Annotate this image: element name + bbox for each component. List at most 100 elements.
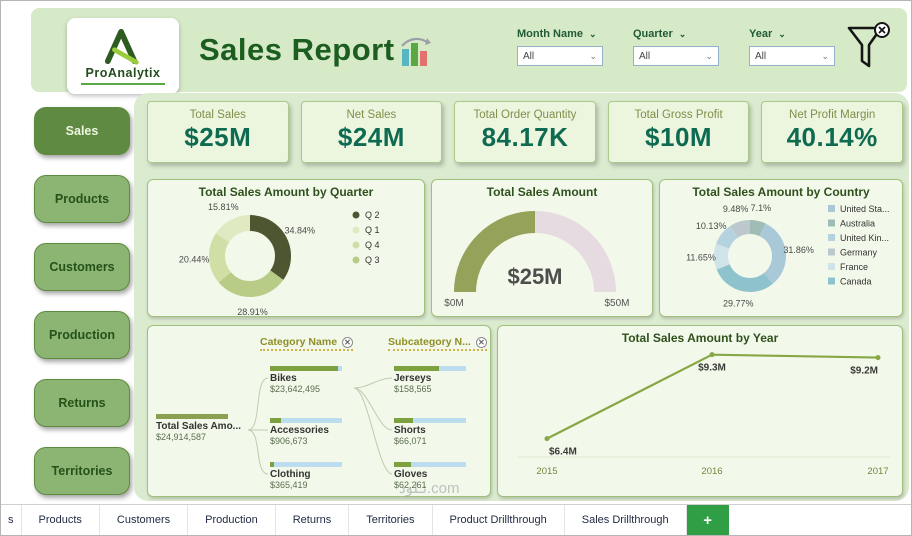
- kpi-value: 84.17K: [481, 122, 569, 152]
- kpi-card-net-sales: Net Sales $24M: [300, 101, 443, 163]
- tree-node-label: Shorts: [394, 425, 426, 436]
- data-point[interactable]: [709, 352, 715, 358]
- page-tab-territories[interactable]: Territories: [349, 505, 433, 535]
- sales-gauge-chart[interactable]: $25M $0M $50M: [432, 180, 654, 318]
- filter-value: All: [523, 50, 535, 62]
- tree-node-value: $365,419: [270, 480, 308, 490]
- x-axis-tick-label: 2017: [867, 466, 888, 477]
- page-tab-customers[interactable]: Customers: [100, 505, 189, 535]
- legend-label: Q 1: [365, 225, 380, 235]
- kpi-label: Net Sales: [346, 109, 397, 121]
- sidebar-item-territories[interactable]: Territories: [34, 447, 130, 495]
- tree-node-bar: [394, 366, 466, 371]
- data-point[interactable]: [544, 436, 550, 442]
- sidebar-item-customers[interactable]: Customers: [34, 243, 130, 291]
- data-point-label: $9.2M: [850, 366, 878, 377]
- tree-node-bar-fill: [394, 462, 412, 467]
- slicer-header[interactable]: Quarter ⌄: [633, 28, 719, 40]
- chevron-down-icon: ⌄: [705, 50, 713, 61]
- legend-swatch: [352, 226, 360, 234]
- legend-swatch: [828, 277, 835, 285]
- slicer-header[interactable]: Year ⌄: [749, 28, 835, 40]
- filter-year: Year ⌄ All ⌄: [749, 28, 835, 66]
- kpi-card-total-order-quantity: Total Order Quantity 84.17K: [454, 101, 596, 163]
- filter-dropdown-month-name[interactable]: All ⌄: [517, 46, 603, 66]
- legend-swatch: [352, 211, 360, 219]
- filter-dropdown-quarter[interactable]: All ⌄: [633, 46, 719, 66]
- gauge-max-label: $50M: [604, 298, 629, 309]
- data-point[interactable]: [875, 355, 881, 361]
- remove-level-icon[interactable]: ✕: [475, 336, 487, 348]
- quarter-donut-chart[interactable]: 34.84% 28.91% 20.44% 15.81% Q 2 Q 1 Q 4 Q 3: [148, 180, 426, 318]
- tree-node-bar: [270, 462, 342, 467]
- tree-node-accessories[interactable]: Accessories $906,673: [270, 418, 364, 446]
- filter-value: All: [639, 50, 651, 62]
- legend-swatch: [352, 256, 360, 264]
- year-line-chart[interactable]: $6.4M $9.3M $9.2M 2015 2016 2017: [498, 326, 904, 498]
- sidebar-item-sales[interactable]: Sales: [34, 107, 130, 155]
- tree-node-bikes[interactable]: Bikes $23,642,495: [270, 366, 364, 394]
- sidebar-item-products[interactable]: Products: [34, 175, 130, 223]
- legend-swatch: [828, 205, 835, 212]
- slice-pct-label: 28.91%: [237, 307, 268, 317]
- chart-quarter-donut-panel: Total Sales Amount by Quarter 34.84% 28.9…: [147, 179, 425, 317]
- watermark: نـلود.com: [399, 480, 460, 497]
- tree-level-category[interactable]: Category Name ✕: [260, 336, 354, 351]
- legend-label: Australia: [840, 219, 875, 229]
- slice-pct-label: 20.44%: [179, 255, 210, 265]
- legend-label: Germany: [840, 248, 878, 258]
- slice-pct-label: 9.48%: [723, 204, 749, 214]
- tree-node-total-sales-amo[interactable]: Total Sales Amo... $24,914,587: [156, 414, 250, 442]
- page-tab-s[interactable]: s: [1, 505, 22, 535]
- clear-filters-funnel-icon[interactable]: [845, 22, 891, 72]
- chart-gauge-panel: Total Sales Amount $25M $0M $50M: [431, 179, 653, 317]
- chevron-down-icon: ⌄: [678, 28, 687, 39]
- tree-node-label: Total Sales Amo...: [156, 421, 242, 432]
- tree-level-subcategory[interactable]: Subcategory N... ✕: [388, 336, 487, 351]
- remove-level-icon[interactable]: ✕: [342, 336, 354, 348]
- legend-swatch: [828, 234, 835, 241]
- slice-pct-label: 31.86%: [783, 245, 814, 255]
- legend-label: France: [840, 262, 868, 272]
- tree-node-jerseys[interactable]: Jerseys $158,565: [394, 366, 488, 394]
- sidebar-item-returns[interactable]: Returns: [34, 379, 130, 427]
- filter-bar: Month Name ⌄ All ⌄ Quarter ⌄ All ⌄ Year ⌄ All ⌄: [517, 28, 835, 66]
- tree-node-bar-fill: [270, 462, 275, 467]
- slicer-header[interactable]: Month Name ⌄: [517, 28, 603, 40]
- tree-node-shorts[interactable]: Shorts $66,071: [394, 418, 488, 446]
- slice-pct-label: 7.1%: [751, 203, 772, 213]
- tree-node-bar-fill: [156, 414, 228, 419]
- kpi-label: Net Profit Margin: [789, 109, 876, 121]
- kpi-value: 40.14%: [786, 122, 878, 152]
- slice-pct-label: 29.77%: [723, 299, 754, 309]
- legend-swatch: [828, 219, 835, 227]
- sidebar-item-production[interactable]: Production: [34, 311, 130, 359]
- logo-underline: [81, 83, 165, 85]
- page-tab-sales-drillthrough[interactable]: Sales Drillthrough: [565, 505, 687, 535]
- filter-quarter: Quarter ⌄ All ⌄: [633, 28, 719, 66]
- page-tab-returns[interactable]: Returns: [276, 505, 350, 535]
- tree-node-bar: [270, 366, 342, 371]
- page-tab-production[interactable]: Production: [188, 505, 276, 535]
- logo-text: ProAnalytix: [85, 66, 161, 80]
- country-donut-chart[interactable]: 7.1% 31.86% 29.77% 11.65% 10.13% 9.48% United …: [660, 180, 904, 318]
- logo: ProAnalytix: [67, 18, 179, 94]
- chart-title: Total Sales Amount by Year: [621, 331, 779, 345]
- sidebar-nav: Sales Products Customers Production Returns T…: [34, 107, 130, 495]
- legend-label: Q 2: [365, 210, 380, 220]
- legend-label: United Sta...: [840, 204, 890, 214]
- tree-node-bar-fill: [270, 418, 281, 423]
- kpi-card-total-gross-profit: Total Gross Profit $10M: [607, 101, 750, 163]
- tree-node-label: Bikes: [270, 373, 297, 384]
- kpi-card-net-profit-margin: Net Profit Margin 40.14%: [761, 101, 903, 163]
- legend-swatch: [352, 241, 360, 249]
- add-page-button[interactable]: +: [686, 505, 729, 535]
- tree-node-value: $66,071: [394, 436, 427, 446]
- page-tab-product-drillthrough[interactable]: Product Drillthrough: [433, 505, 565, 535]
- filter-dropdown-year[interactable]: All ⌄: [749, 46, 835, 66]
- chevron-down-icon: ⌄: [821, 50, 829, 61]
- legend-label: United Kin...: [840, 233, 889, 243]
- tree-node-clothing[interactable]: Clothing $365,419: [270, 462, 364, 490]
- page-tab-products[interactable]: Products: [22, 505, 100, 535]
- slice-pct-label: 15.81%: [208, 202, 239, 212]
